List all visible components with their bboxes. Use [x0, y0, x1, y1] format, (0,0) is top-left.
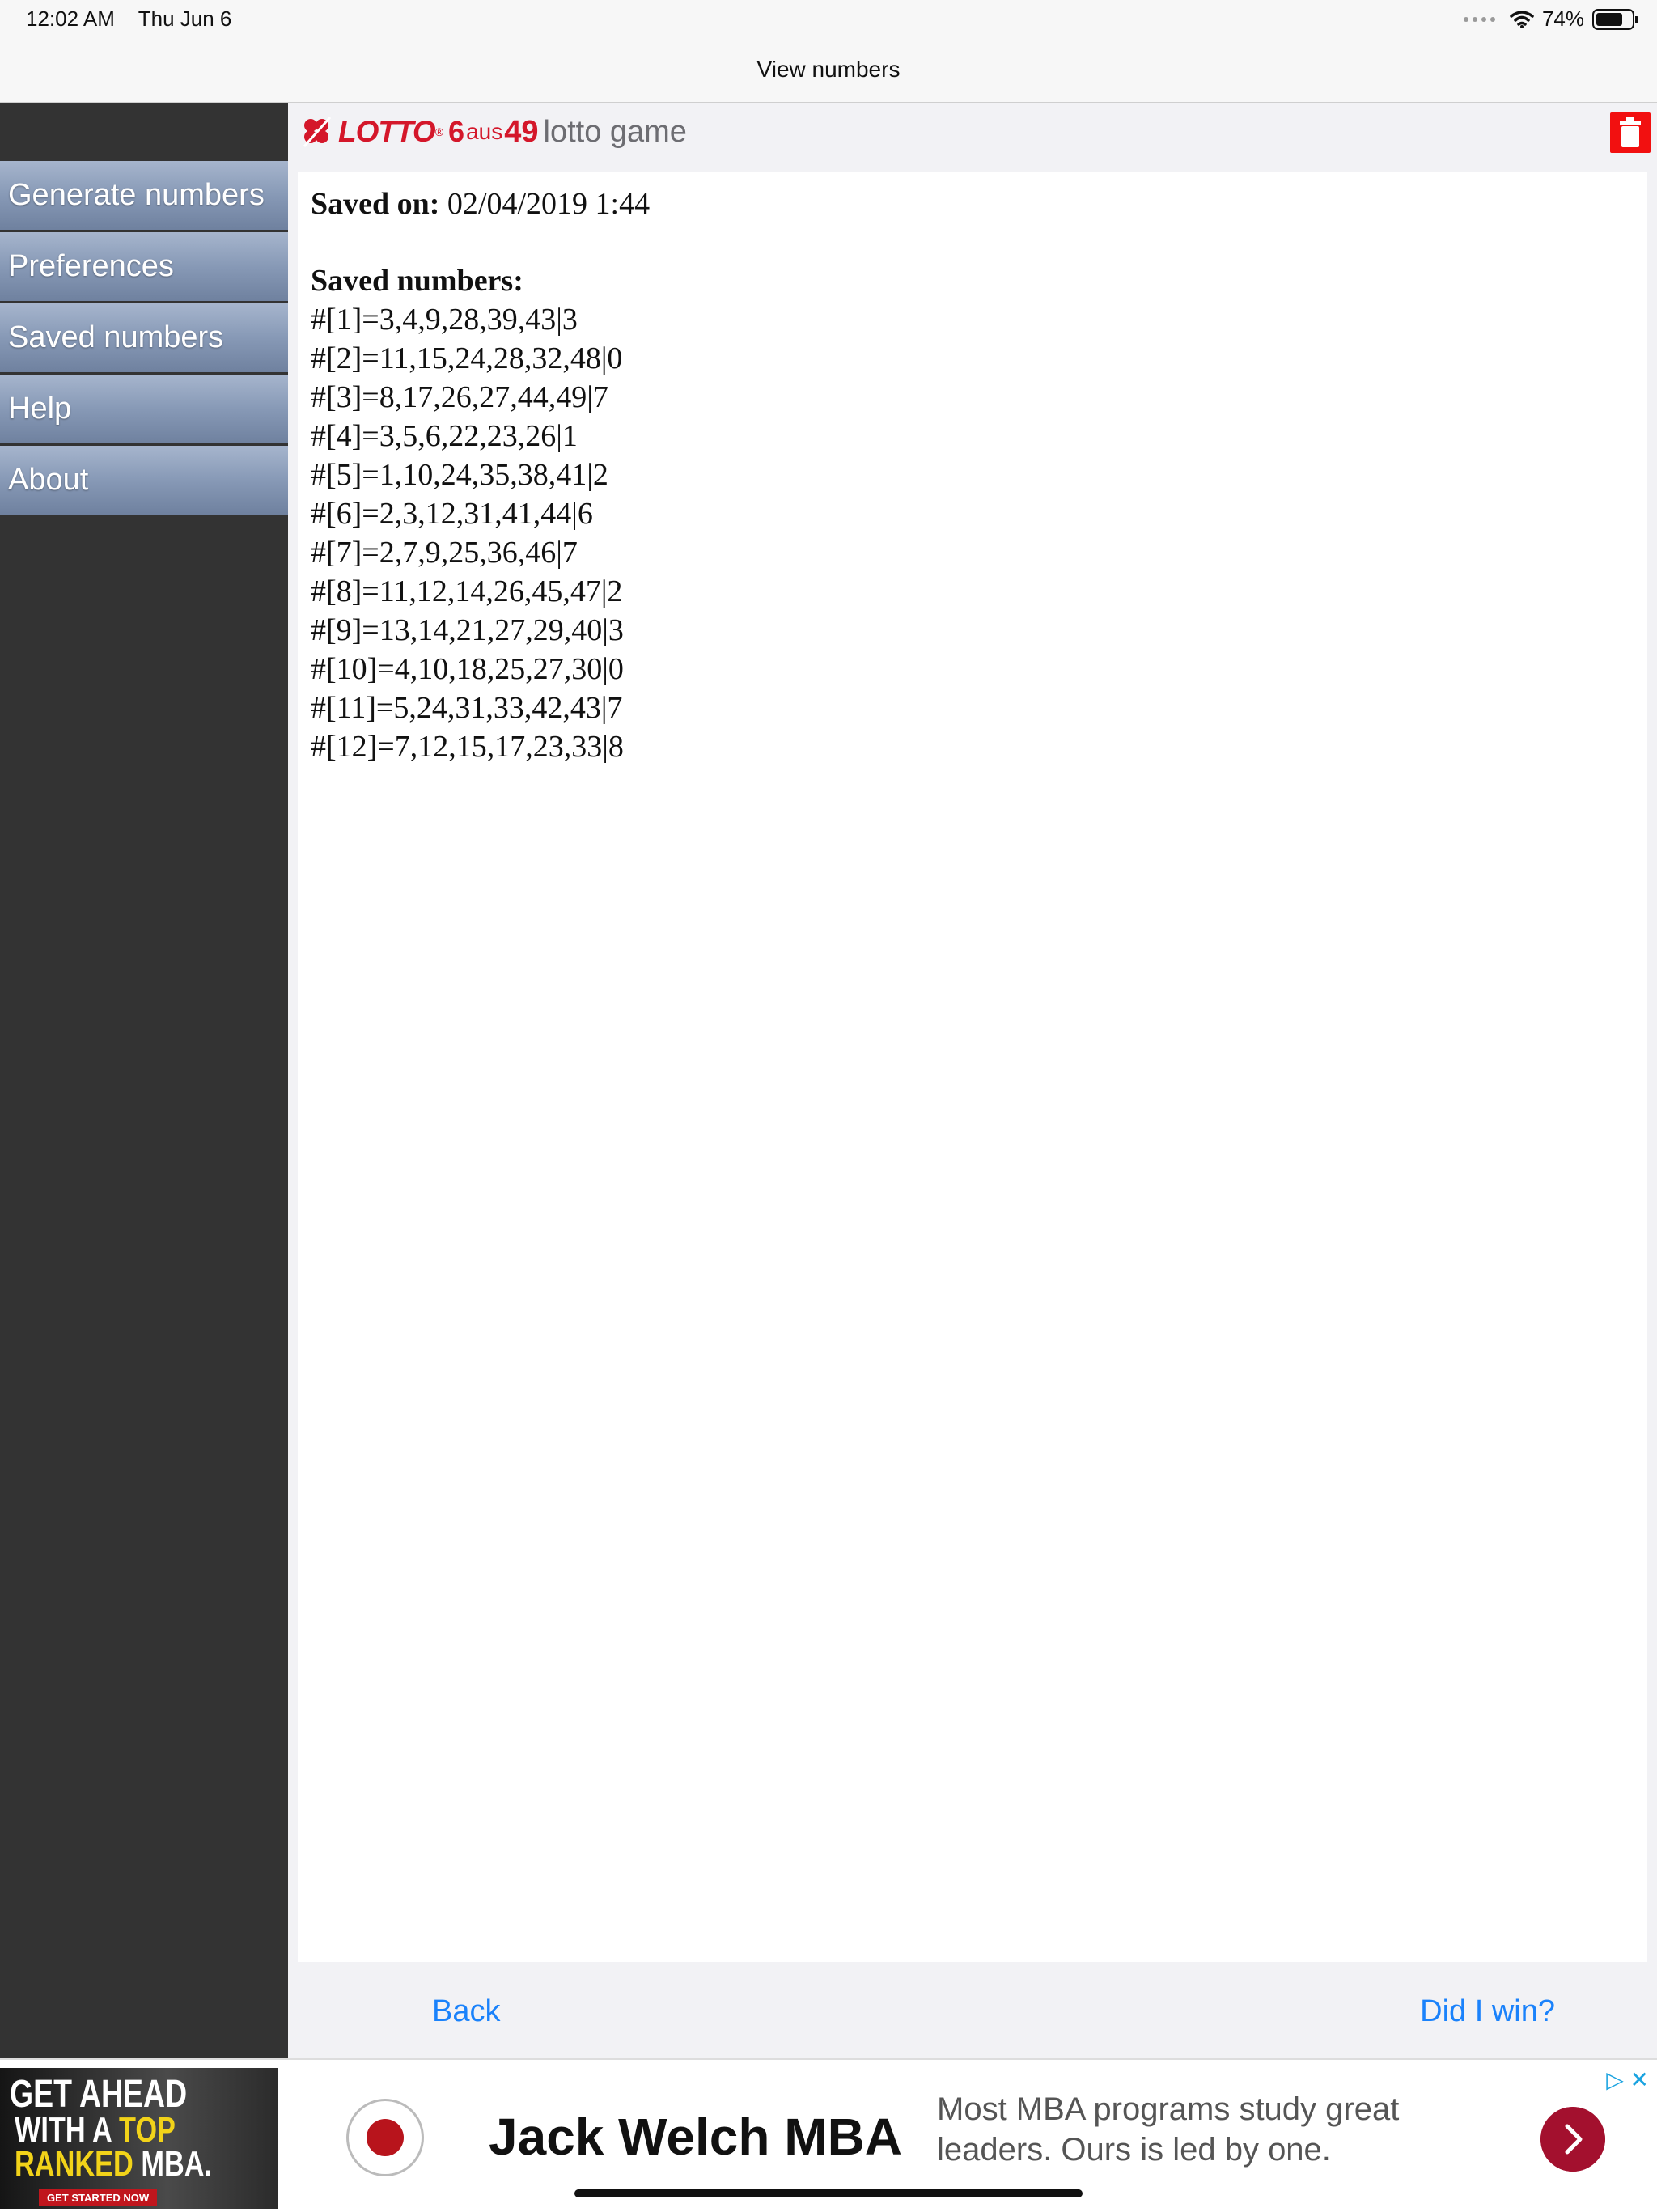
number-row: #[5]=1,10,24,35,38,41|2	[311, 458, 608, 492]
sidebar-item-help[interactable]: Help	[0, 375, 288, 443]
ad-image-line3: RANKED MBA.	[15, 2144, 213, 2184]
status-indicators: 74%	[1463, 6, 1638, 32]
institute-seal-icon	[346, 2099, 424, 2176]
ad-cta-button[interactable]: GET STARTED NOW	[39, 2189, 158, 2206]
number-row: #[6]=2,3,12,31,41,44|6	[311, 497, 593, 531]
ad-image-line1: GET AHEAD	[10, 2073, 188, 2116]
ad-image[interactable]: GET AHEAD WITH A TOP RANKED MBA. GET STA…	[0, 2068, 278, 2209]
number-row: #[1]=3,4,9,28,39,43|3	[311, 303, 578, 337]
main-content: LOTTO ® 6 aus 49 lotto game Saved on: 02/04/…	[288, 103, 1657, 2058]
logo-six: 6	[448, 115, 465, 148]
brand-suffix: lotto game	[543, 114, 687, 149]
saved-on-line: Saved on: 02/04/2019 1:44	[311, 184, 1634, 223]
bottom-actions: Back Did I win?	[288, 1962, 1657, 2058]
sidebar-item-saved-numbers[interactable]: Saved numbers	[0, 303, 288, 372]
number-row: #[12]=7,12,15,17,23,33|8	[311, 730, 624, 764]
saved-on-label: Saved on:	[311, 187, 440, 221]
battery-icon	[1592, 8, 1638, 30]
wifi-icon	[1510, 10, 1534, 28]
home-indicator[interactable]	[574, 2189, 1083, 2197]
logo-49: 49	[504, 114, 539, 149]
saved-numbers-heading: Saved numbers:	[311, 264, 523, 298]
battery-percent: 74%	[1541, 6, 1584, 31]
clover-logo-icon	[303, 117, 332, 147]
ad-arrow-button[interactable]	[1540, 2107, 1605, 2172]
ad-title[interactable]: Jack Welch MBA	[489, 2107, 902, 2167]
ad-description: Most MBA programs study great leaders. O…	[937, 2091, 1400, 2168]
number-row: #[2]=11,15,24,28,32,48|0	[311, 341, 623, 375]
sidebar-menu: Generate numbers Preferences Saved numbe…	[0, 161, 288, 517]
number-row: #[9]=13,14,21,27,29,40|3	[311, 613, 624, 647]
status-bar: 12:02 AM Thu Jun 6 74%	[0, 0, 1657, 40]
number-row: #[3]=8,17,26,27,44,49|7	[311, 380, 608, 414]
status-time: 12:02 AM Thu Jun 6	[26, 6, 231, 32]
number-row: #[4]=3,5,6,22,23,26|1	[311, 419, 578, 453]
number-row: #[8]=11,12,14,26,45,47|2	[311, 574, 623, 608]
delete-button[interactable]	[1610, 112, 1651, 153]
did-i-win-button[interactable]: Did I win?	[1420, 1994, 1555, 2029]
page-title: View numbers	[756, 57, 901, 82]
logo-lotto: LOTTO	[338, 115, 436, 148]
ad-choices-icon[interactable]: ▷ ✕	[1606, 2066, 1649, 2093]
saved-on-value: 02/04/2019 1:44	[447, 187, 651, 221]
sidebar-item-generate-numbers[interactable]: Generate numbers	[0, 161, 288, 230]
ad-image-line2: WITH A TOP	[15, 2110, 176, 2150]
sidebar-item-preferences[interactable]: Preferences	[0, 232, 288, 301]
sidebar-item-about[interactable]: About	[0, 446, 288, 515]
saved-numbers-panel: Saved on: 02/04/2019 1:44 Saved numbers:…	[298, 172, 1647, 1962]
clock: 12:02 AM	[26, 6, 115, 31]
numbers-list: #[1]=3,4,9,28,39,43|3 #[2]=11,15,24,28,3…	[311, 300, 1634, 766]
navigation-bar: View numbers	[0, 40, 1657, 103]
trash-icon	[1620, 117, 1641, 147]
brand-header: LOTTO ® 6 aus 49 lotto game	[299, 108, 687, 156]
number-row: #[11]=5,24,31,33,42,43|7	[311, 691, 623, 725]
logo-registered: ®	[434, 125, 444, 138]
sidebar: Generate numbers Preferences Saved numbe…	[0, 103, 288, 2058]
number-row: #[7]=2,7,9,25,36,46|7	[311, 536, 578, 570]
back-button[interactable]: Back	[432, 1994, 500, 2029]
number-row: #[10]=4,10,18,25,27,30|0	[311, 652, 624, 686]
signal-dots-icon	[1463, 16, 1495, 22]
logo-aus: aus	[466, 119, 503, 144]
date: Thu Jun 6	[138, 6, 232, 31]
